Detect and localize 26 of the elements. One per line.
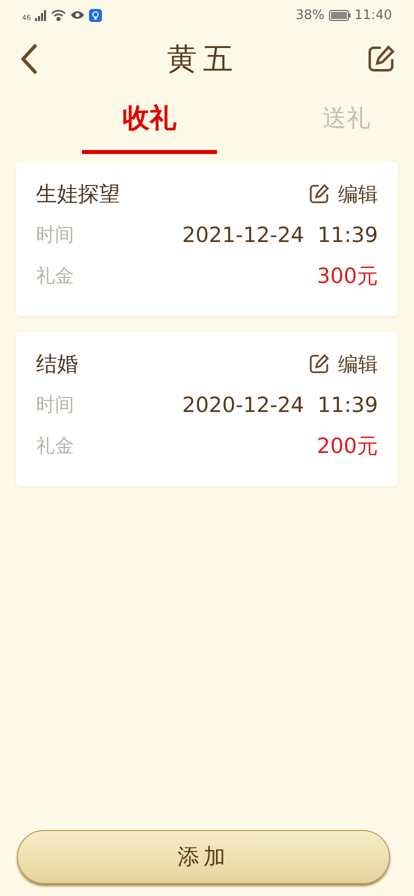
amount-value: 200元: [316, 433, 378, 460]
time-value: 2020-12-24 11:39: [182, 393, 378, 417]
time-label: 时间: [36, 223, 74, 248]
chevron-left-icon: [18, 43, 40, 75]
eye-icon: [70, 10, 85, 20]
record-title: 生娃探望: [36, 181, 120, 208]
signal-icon: [34, 10, 47, 20]
add-button[interactable]: 添加: [17, 830, 390, 884]
edit-icon: [308, 183, 330, 205]
amount-label: 礼金: [36, 434, 74, 459]
battery-percent: 38%: [296, 8, 325, 22]
amount-label: 礼金: [36, 264, 74, 289]
edit-icon: [308, 353, 330, 375]
edit-icon: [366, 44, 396, 74]
battery-icon: [328, 10, 351, 20]
amount-value: 300元: [316, 263, 378, 290]
tab[interactable]: 收礼: [82, 96, 217, 154]
time-value: 2021-12-24 11:39: [182, 223, 378, 247]
page-title: 黄五: [167, 40, 239, 78]
edit-button[interactable]: 编辑: [308, 350, 378, 378]
wifi-icon: [50, 9, 66, 21]
time-label: 时间: [36, 393, 74, 418]
clock: 11:40: [354, 8, 392, 22]
record-title: 结婚: [36, 351, 78, 378]
app-icon: [88, 8, 102, 22]
edit-button[interactable]: 编辑: [308, 180, 378, 208]
